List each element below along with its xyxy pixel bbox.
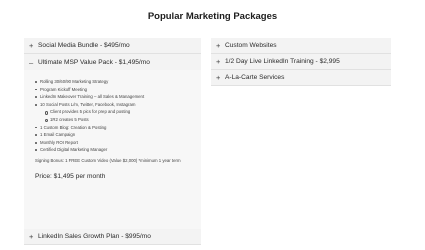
plus-icon: + — [216, 73, 221, 82]
sub-list-item: Client provides 5 pics for prep and post… — [35, 108, 195, 116]
accordion-custom-websites[interactable]: + Custom Websites — [211, 38, 391, 54]
list-item: 10 Social Posts L/m, Twitter, Facebook, … — [35, 101, 195, 109]
plus-icon: + — [29, 232, 34, 241]
accordion-panel-ultimate-msp: Rolling 30/60/90 Marketing Strategy Prog… — [24, 70, 201, 229]
accordion-linkedin-sales-growth-plan[interactable]: + LinkedIn Sales Growth Plan - $995/mo — [24, 229, 201, 245]
accordion-ultimate-msp-value-pack[interactable]: – Ultimate MSP Value Pack - $1,495/mo — [24, 54, 201, 70]
accordion-label: 1/2 Day Live LinkedIn Training - $2,995 — [225, 58, 340, 65]
sub-list-item: 1R2 creates 5 Posts — [35, 116, 195, 124]
accordion-linkedin-training[interactable]: + 1/2 Day Live LinkedIn Training - $2,99… — [211, 54, 391, 70]
accordion-label: LinkedIn Sales Growth Plan - $995/mo — [38, 233, 151, 240]
signing-bonus-text: Signing Bonus: 1 FREE Custom Video (Valu… — [35, 157, 181, 163]
plus-icon: + — [216, 57, 221, 66]
list-item: Rolling 30/60/90 Marketing Strategy — [35, 78, 195, 86]
list-item: 1 Custom Blog: Creation & Posting — [35, 124, 195, 132]
list-item: Monthly ROI Report — [35, 139, 195, 147]
package-price: Price: $1,495 per month — [35, 172, 106, 180]
accordion-label: Ultimate MSP Value Pack - $1,495/mo — [38, 58, 150, 66]
plus-icon: + — [29, 41, 34, 50]
list-item: LinkedIn Makeover Training – all Sales &… — [35, 93, 195, 101]
accordion-label: Social Media Bundle - $495/mo — [38, 42, 130, 49]
accordion-social-media-bundle[interactable]: + Social Media Bundle - $495/mo — [24, 38, 201, 54]
accordion-a-la-carte-services[interactable]: + A-La-Carte Services — [211, 70, 391, 86]
plus-icon: + — [216, 41, 221, 50]
page-title: Popular Marketing Packages — [147, 11, 278, 22]
package-features-list: Rolling 30/60/90 Marketing Strategy Prog… — [35, 78, 195, 154]
list-item: Program Kickoff Meeting — [35, 86, 195, 94]
list-item: 1 Email Campaign — [35, 131, 195, 139]
right-accordion: + Custom Websites + 1/2 Day Live LinkedI… — [211, 38, 391, 86]
accordion-label: Custom Websites — [225, 42, 277, 49]
left-accordion: + Social Media Bundle - $495/mo – Ultima… — [24, 38, 201, 245]
list-item: Certified Digital Marketing Manager — [35, 146, 195, 154]
accordion-label: A-La-Carte Services — [225, 74, 285, 81]
minus-icon: – — [29, 57, 34, 67]
